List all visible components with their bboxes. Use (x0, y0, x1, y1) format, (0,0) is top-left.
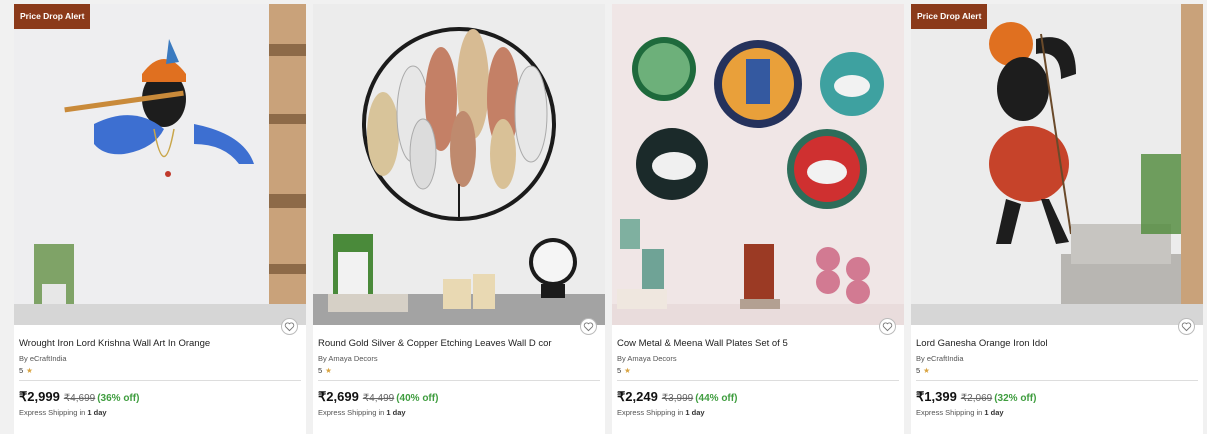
product-card[interactable]: Cow Metal & Meena Wall Plates Set of 5 B… (612, 4, 904, 434)
shipping-prefix: Express Shipping in (318, 408, 385, 417)
star-icon: ★ (923, 366, 930, 375)
product-title[interactable]: Wrought Iron Lord Krishna Wall Art In Or… (19, 338, 299, 349)
product-rating: 5 ★ (617, 366, 631, 375)
product-rating: 5 ★ (916, 366, 930, 375)
shipping-days: 1 day (685, 408, 705, 417)
product-discount: (36% off) (97, 393, 140, 404)
product-discount: (32% off) (994, 393, 1037, 404)
rating-value: 5 (617, 366, 622, 375)
product-card[interactable]: Price Drop Alert Lord Ganesha Orange Iro… (911, 4, 1203, 434)
star-icon: ★ (26, 366, 33, 375)
shipping-prefix: Express Shipping in (19, 408, 86, 417)
rating-value: 5 (916, 366, 921, 375)
star-icon: ★ (624, 366, 631, 375)
product-image[interactable] (14, 4, 306, 325)
rating-value: 5 (318, 366, 323, 375)
price-line: ₹2,999 ₹4,699 (36% off) (19, 388, 139, 406)
product-image[interactable] (911, 4, 1203, 325)
product-discount: (40% off) (396, 393, 439, 404)
product-brand: By eCraftIndia (916, 354, 964, 363)
shipping-info: Express Shipping in 1 day (19, 408, 107, 417)
product-grid: Price Drop Alert Wrought Iron Lord Krish… (0, 0, 1207, 434)
price-line: ₹2,249 ₹3,999 (44% off) (617, 388, 737, 406)
product-rating: 5 ★ (19, 366, 33, 375)
price-drop-badge: Price Drop Alert (911, 4, 988, 29)
shipping-days: 1 day (984, 408, 1004, 417)
product-price: ₹2,249 (617, 389, 658, 404)
product-image[interactable] (612, 4, 904, 325)
product-price: ₹2,999 (19, 389, 60, 404)
product-title[interactable]: Lord Ganesha Orange Iron Idol (916, 338, 1196, 349)
product-title[interactable]: Round Gold Silver & Copper Etching Leave… (318, 338, 598, 349)
product-rating: 5 ★ (318, 366, 332, 375)
shipping-info: Express Shipping in 1 day (318, 408, 406, 417)
divider (617, 380, 899, 381)
star-icon: ★ (325, 366, 332, 375)
shipping-prefix: Express Shipping in (617, 408, 684, 417)
product-brand: By Amaya Decors (617, 354, 677, 363)
price-line: ₹1,399 ₹2,069 (32% off) (916, 388, 1036, 406)
shipping-days: 1 day (87, 408, 107, 417)
wishlist-heart-icon[interactable] (580, 318, 597, 335)
shipping-days: 1 day (386, 408, 406, 417)
divider (19, 380, 301, 381)
divider (318, 380, 600, 381)
product-discount: (44% off) (695, 393, 738, 404)
wishlist-heart-icon[interactable] (879, 318, 896, 335)
product-card[interactable]: Round Gold Silver & Copper Etching Leave… (313, 4, 605, 434)
wishlist-heart-icon[interactable] (1178, 318, 1195, 335)
product-mrp: ₹3,999 (661, 393, 694, 404)
price-drop-badge: Price Drop Alert (14, 4, 91, 29)
product-mrp: ₹4,699 (63, 393, 96, 404)
divider (916, 380, 1198, 381)
product-brand: By eCraftIndia (19, 354, 67, 363)
shipping-info: Express Shipping in 1 day (617, 408, 705, 417)
price-line: ₹2,699 ₹4,499 (40% off) (318, 388, 438, 406)
product-image[interactable] (313, 4, 605, 325)
product-mrp: ₹2,069 (960, 393, 993, 404)
wishlist-heart-icon[interactable] (281, 318, 298, 335)
product-card[interactable]: Price Drop Alert Wrought Iron Lord Krish… (14, 4, 306, 434)
product-price: ₹2,699 (318, 389, 359, 404)
product-price: ₹1,399 (916, 389, 957, 404)
shipping-prefix: Express Shipping in (916, 408, 983, 417)
rating-value: 5 (19, 366, 24, 375)
product-brand: By Amaya Decors (318, 354, 378, 363)
product-mrp: ₹4,499 (362, 393, 395, 404)
product-title[interactable]: Cow Metal & Meena Wall Plates Set of 5 (617, 338, 897, 349)
shipping-info: Express Shipping in 1 day (916, 408, 1004, 417)
